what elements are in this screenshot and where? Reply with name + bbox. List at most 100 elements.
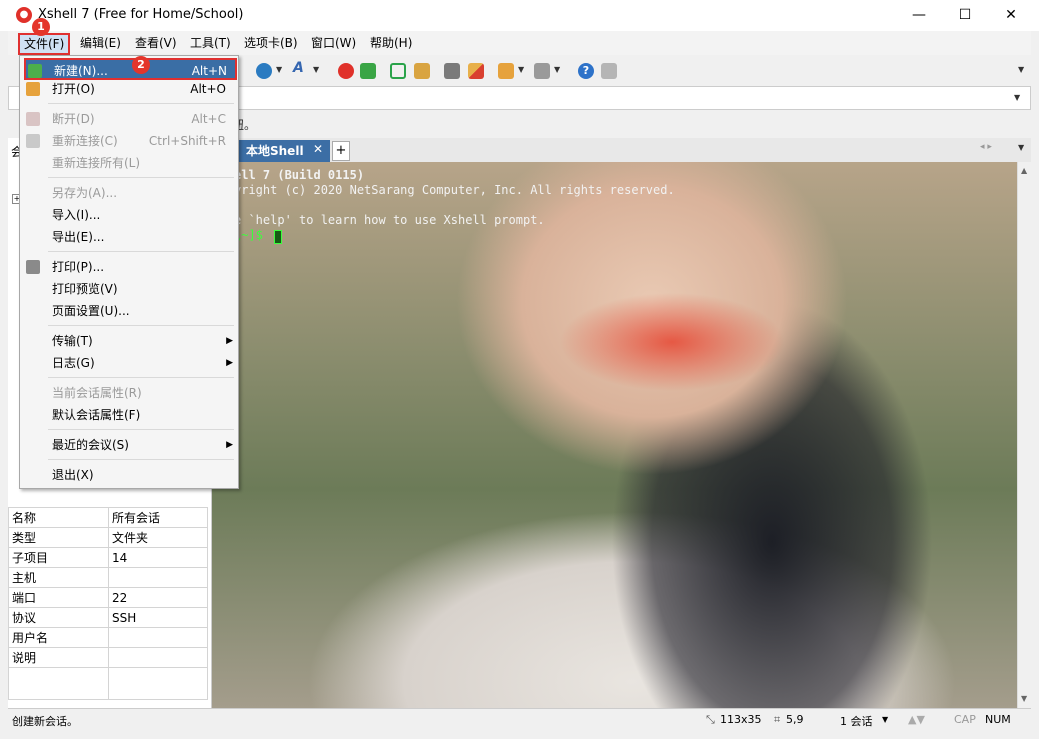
menu-item-reconnect-all[interactable]: 重新连接所有(L) bbox=[20, 152, 238, 174]
menu-item-import[interactable]: 导入(I)... bbox=[20, 204, 238, 226]
menu-divider bbox=[48, 103, 234, 104]
vertical-scrollbar[interactable]: ▲ ▼ bbox=[1017, 162, 1032, 708]
caps-lock-indicator: CAP bbox=[954, 713, 976, 726]
menu-view[interactable]: 查看(V) bbox=[131, 34, 181, 52]
terminal-line: e `help' to learn how to use Xshell prom… bbox=[234, 213, 545, 227]
submenu-arrow-icon: ▶ bbox=[226, 336, 233, 346]
table-row: 名称 所有会话 bbox=[8, 507, 208, 528]
terminal-prompt: \~]$ bbox=[234, 228, 271, 242]
menu-item-open[interactable]: 打开(O) Alt+O bbox=[20, 78, 238, 100]
table-row: 说明 bbox=[8, 647, 208, 668]
menu-item-transfer[interactable]: 传输(T) ▶ bbox=[20, 330, 238, 352]
menu-divider bbox=[48, 429, 234, 430]
disconnect-icon bbox=[26, 112, 40, 126]
menu-divider bbox=[48, 251, 234, 252]
file-menu-dropdown: 新建(N)... Alt+N 打开(O) Alt+O 断开(D) Alt+C 重… bbox=[19, 55, 239, 489]
new-session-icon bbox=[28, 64, 42, 78]
xftp-icon[interactable] bbox=[360, 63, 376, 79]
maximize-button[interactable]: ☐ bbox=[942, 0, 988, 31]
session-count: 1 会话 bbox=[840, 715, 873, 728]
menu-tools[interactable]: 工具(T) bbox=[186, 34, 235, 52]
scroll-down-icon[interactable]: ▼ bbox=[1021, 694, 1027, 703]
add-tab-button[interactable]: + bbox=[332, 141, 350, 161]
menu-edit[interactable]: 编辑(E) bbox=[76, 34, 125, 52]
help-icon[interactable]: ? bbox=[578, 63, 594, 79]
menu-item-save-as[interactable]: 另存为(A)... bbox=[20, 182, 238, 204]
table-row: 端口 22 bbox=[8, 587, 208, 608]
menu-item-log[interactable]: 日志(G) ▶ bbox=[20, 352, 238, 374]
lock-icon[interactable] bbox=[414, 63, 430, 79]
menu-item-page-setup[interactable]: 页面设置(U)... bbox=[20, 300, 238, 322]
menu-divider bbox=[48, 325, 234, 326]
menu-item-default-properties[interactable]: 默认会话属性(F) bbox=[20, 404, 238, 426]
submenu-arrow-icon: ▶ bbox=[226, 358, 233, 368]
step-badge-2: 2 bbox=[132, 56, 150, 74]
menu-file[interactable]: 文件(F) bbox=[18, 33, 71, 55]
table-row: 协议 SSH bbox=[8, 607, 208, 628]
menu-help[interactable]: 帮助(H) bbox=[366, 34, 416, 52]
status-bar: 创建新会话。 ⤡ 113x35 ⌗ 5,9 1 会话 ▼ ▲▼ CAP NUM bbox=[8, 708, 1031, 731]
terminal-cursor bbox=[274, 230, 282, 244]
session-properties-table: 名称 所有会话 类型 文件夹 子项目 14 主机 端口 22 协议 SSH 用户名 说明 bbox=[8, 507, 208, 700]
menu-divider bbox=[48, 377, 234, 378]
open-folder-icon bbox=[26, 82, 40, 96]
menu-divider bbox=[48, 177, 234, 178]
chevron-down-icon[interactable]: ▼ bbox=[882, 715, 888, 724]
keyboard-icon[interactable] bbox=[444, 63, 460, 79]
table-row: 主机 bbox=[8, 567, 208, 588]
menu-tabs[interactable]: 选项卡(B) bbox=[240, 34, 302, 52]
close-button[interactable]: ✕ bbox=[988, 0, 1034, 31]
reconnect-icon bbox=[26, 134, 40, 148]
menu-item-exit[interactable]: 退出(X) bbox=[20, 464, 238, 486]
font-icon[interactable]: A bbox=[293, 60, 309, 76]
layout-icon[interactable] bbox=[534, 63, 550, 79]
terminal-line: yright (c) 2020 NetSarang Computer, Inc.… bbox=[234, 183, 675, 197]
step-badge-1: 1 bbox=[32, 18, 50, 36]
tab-close-icon[interactable]: ✕ bbox=[313, 142, 323, 156]
menu-item-disconnect[interactable]: 断开(D) Alt+C bbox=[20, 108, 238, 130]
chevron-down-icon[interactable]: ▼ bbox=[313, 65, 319, 74]
menu-item-recent-sessions[interactable]: 最近的会议(S) ▶ bbox=[20, 434, 238, 456]
num-lock-indicator: NUM bbox=[985, 713, 1011, 726]
printer-icon bbox=[26, 260, 40, 274]
menu-item-reconnect[interactable]: 重新连接(C) Ctrl+Shift+R bbox=[20, 130, 238, 152]
menu-window[interactable]: 窗口(W) bbox=[307, 34, 360, 52]
chevron-down-icon[interactable]: ▼ bbox=[1018, 143, 1024, 152]
terminal-size: 113x35 bbox=[720, 713, 762, 726]
status-message: 创建新会话。 bbox=[12, 715, 78, 728]
xshell-icon[interactable] bbox=[338, 63, 354, 79]
window-title: Xshell 7 (Free for Home/School) bbox=[38, 7, 244, 22]
terminal-area[interactable]: ell 7 (Build 0115) yright (c) 2020 NetSa… bbox=[212, 162, 1017, 708]
xshell-logo-icon: ● bbox=[16, 7, 32, 23]
chat-icon[interactable] bbox=[601, 63, 617, 79]
menu-divider bbox=[48, 459, 234, 460]
chevron-down-icon[interactable]: ▼ bbox=[518, 65, 524, 74]
chevron-down-icon[interactable]: ▼ bbox=[554, 65, 560, 74]
chevron-down-icon[interactable]: ▼ bbox=[1018, 65, 1024, 74]
menu-item-session-properties[interactable]: 当前会话属性(R) bbox=[20, 382, 238, 404]
chevron-down-icon[interactable]: ▼ bbox=[1014, 93, 1020, 102]
tab-scroll-arrows[interactable]: ◂ ▸ bbox=[980, 142, 992, 152]
resize-icon: ⤡ bbox=[706, 713, 715, 726]
globe-icon[interactable] bbox=[256, 63, 272, 79]
table-row: 子项目 14 bbox=[8, 547, 208, 568]
menu-bar: 文件(F) 编辑(E) 查看(V) 工具(T) 选项卡(B) 窗口(W) 帮助(… bbox=[8, 31, 1031, 55]
table-row: 用户名 bbox=[8, 627, 208, 648]
menu-item-export[interactable]: 导出(E)... bbox=[20, 226, 238, 248]
minimize-button[interactable]: — bbox=[896, 0, 942, 31]
menu-item-new[interactable]: 新建(N)... Alt+N bbox=[24, 58, 237, 80]
highlight-pen-icon[interactable] bbox=[468, 63, 484, 79]
table-row: 类型 文件夹 bbox=[8, 527, 208, 548]
table-row bbox=[8, 667, 208, 700]
menu-item-print[interactable]: 打印(P)... bbox=[20, 256, 238, 278]
submenu-arrow-icon: ▶ bbox=[226, 440, 233, 450]
new-folder-icon[interactable] bbox=[498, 63, 514, 79]
cursor-position: 5,9 bbox=[786, 713, 804, 726]
cursor-position-icon: ⌗ bbox=[774, 713, 781, 726]
menu-item-print-preview[interactable]: 打印预览(V) bbox=[20, 278, 238, 300]
arrow-up-icon[interactable]: ▲▼ bbox=[908, 713, 925, 726]
chevron-down-icon[interactable]: ▼ bbox=[276, 65, 282, 74]
terminal-line: ell 7 (Build 0115) bbox=[234, 168, 365, 182]
scroll-up-icon[interactable]: ▲ bbox=[1021, 166, 1027, 175]
fullscreen-icon[interactable] bbox=[390, 63, 406, 79]
